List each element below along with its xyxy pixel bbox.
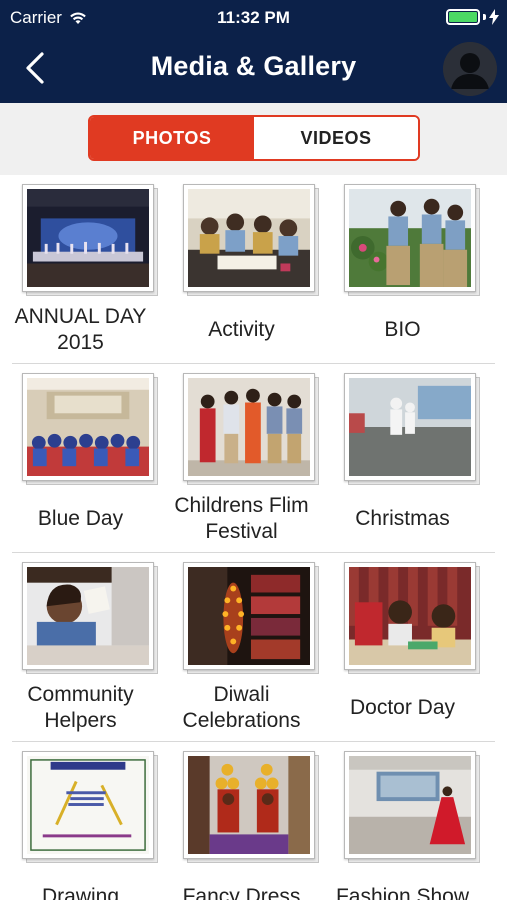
album-title: Fashion Show <box>335 885 470 900</box>
album-title: Childrens Flim Festival <box>174 494 309 543</box>
album-title: Christmas <box>355 507 450 530</box>
album-tile[interactable]: Childrens Flim Festival <box>161 364 322 553</box>
status-bar: Carrier 11:32 PM <box>0 0 507 36</box>
album-row: Blue Day Childrens Flim Festival Christm… <box>0 364 507 553</box>
album-tile[interactable]: BIO <box>322 175 483 364</box>
album-title: Drawing <box>41 885 120 900</box>
album-thumbnail <box>183 562 315 670</box>
album-thumbnail <box>183 373 315 481</box>
album-title: BIO <box>384 318 421 341</box>
album-row: Drawing Fancy Dress Fashion Show <box>0 742 507 900</box>
album-tile[interactable]: Activity <box>161 175 322 364</box>
album-thumbnail <box>22 373 154 481</box>
album-row: ANNUAL DAY 2015 Activity BIO <box>0 175 507 364</box>
album-title: Diwali Celebrations <box>182 683 301 732</box>
battery-icon <box>446 9 480 25</box>
top-bar: Carrier 11:32 PM Media & Gallery <box>0 0 507 103</box>
media-type-bar: PHOTOS VIDEOS <box>0 103 507 175</box>
album-tile[interactable]: Doctor Day <box>322 553 483 742</box>
album-title: Blue Day <box>37 507 124 530</box>
page-title: Media & Gallery <box>150 51 357 81</box>
user-avatar-icon <box>443 42 497 96</box>
album-tile[interactable]: Fancy Dress <box>161 742 322 900</box>
album-row: Community Helpers Diwali Celebrations Do… <box>0 553 507 742</box>
nav-bar: Media & Gallery <box>0 36 507 103</box>
album-title: Activity <box>208 318 275 341</box>
media-type-segmented-control: PHOTOS VIDEOS <box>88 115 420 161</box>
battery-indicator <box>446 9 499 25</box>
album-title: Community Helpers <box>27 683 134 732</box>
status-time: 11:32 PM <box>217 8 290 27</box>
album-thumbnail <box>22 562 154 670</box>
tab-photos[interactable]: PHOTOS <box>90 117 254 159</box>
profile-avatar-button[interactable] <box>443 42 497 96</box>
album-tile[interactable]: Fashion Show <box>322 742 483 900</box>
tab-videos[interactable]: VIDEOS <box>254 117 418 159</box>
album-thumbnail <box>344 562 476 670</box>
album-title: Doctor Day <box>349 696 456 719</box>
album-tile[interactable]: Christmas <box>322 364 483 553</box>
album-grid: ANNUAL DAY 2015 Activity BIO Blue Day Ch… <box>0 175 507 900</box>
album-thumbnail <box>22 751 154 859</box>
bolt-icon <box>489 9 499 25</box>
album-tile[interactable]: Community Helpers <box>0 553 161 742</box>
album-thumbnail <box>22 184 154 292</box>
album-tile[interactable]: Blue Day <box>0 364 161 553</box>
album-tile[interactable]: Drawing <box>0 742 161 900</box>
album-thumbnail <box>344 184 476 292</box>
album-tile[interactable]: Diwali Celebrations <box>161 553 322 742</box>
album-title: Fancy Dress <box>182 885 301 900</box>
album-thumbnail <box>183 751 315 859</box>
album-title: ANNUAL DAY 2015 <box>14 305 147 354</box>
album-thumbnail <box>344 751 476 859</box>
album-thumbnail <box>344 373 476 481</box>
album-thumbnail <box>183 184 315 292</box>
album-tile[interactable]: ANNUAL DAY 2015 <box>0 175 161 364</box>
